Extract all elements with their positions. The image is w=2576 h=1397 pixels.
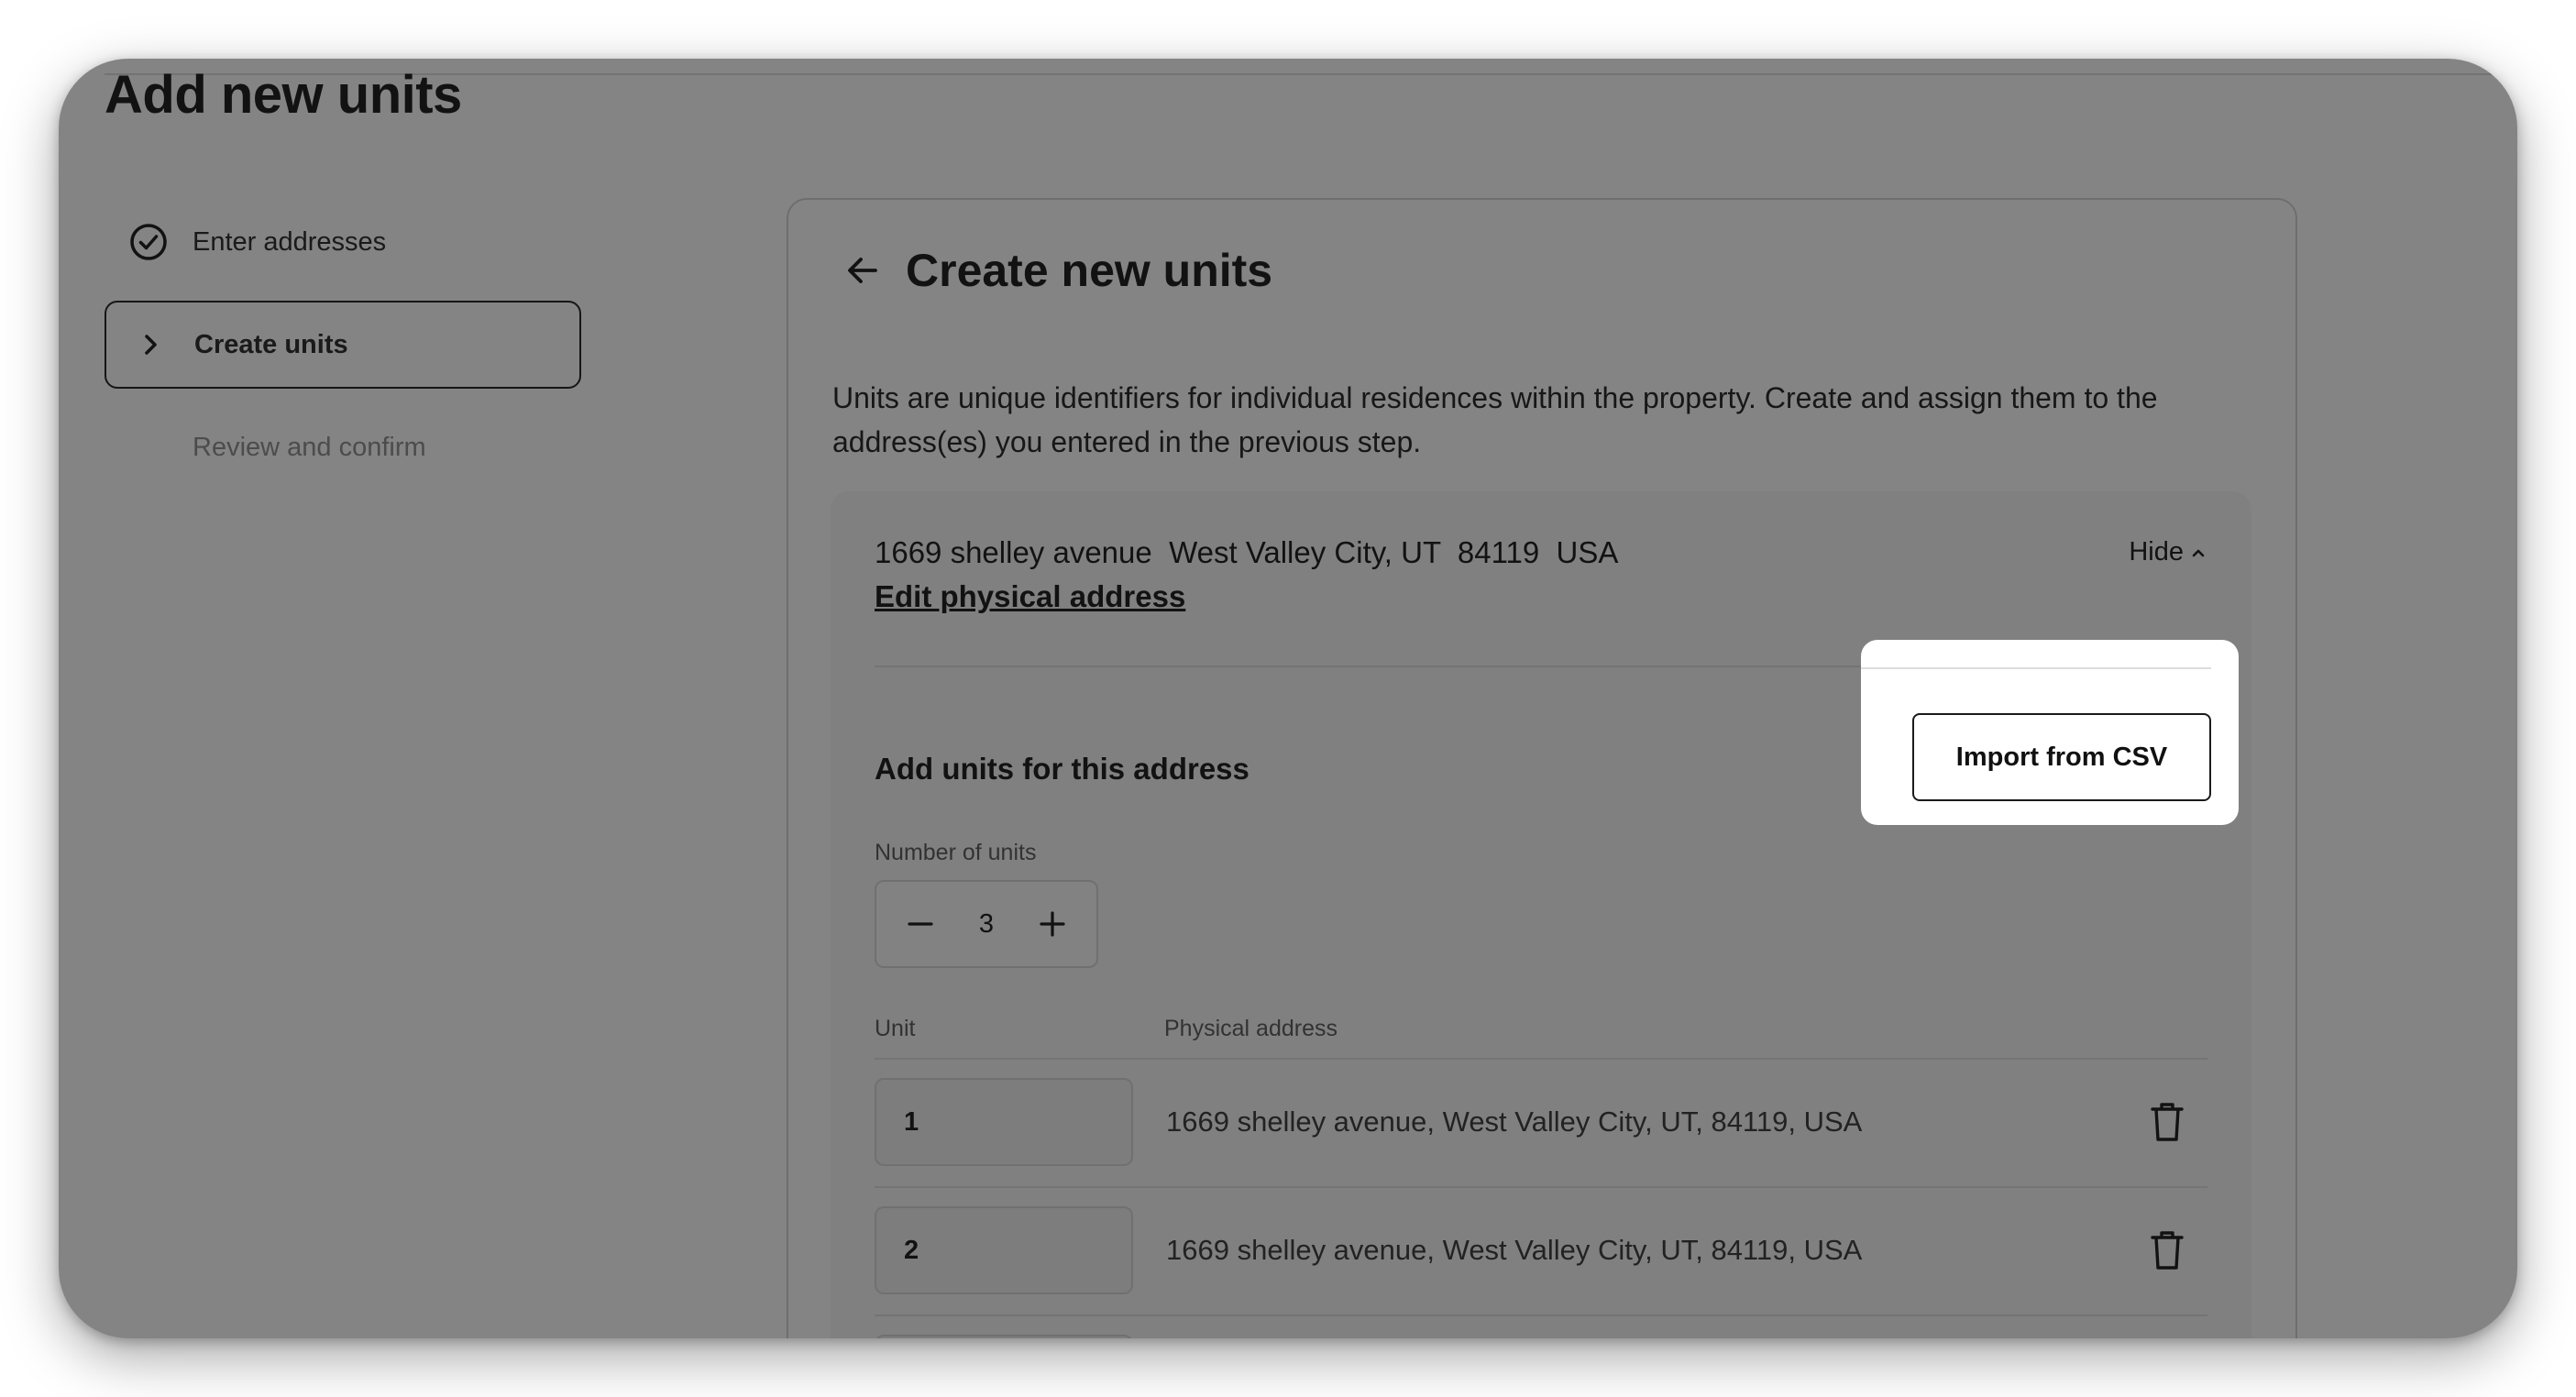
card-description: Units are unique identifiers for individ… — [832, 381, 2158, 458]
back-arrow-icon[interactable] — [842, 249, 884, 292]
address-line: 1669 shelley avenue West Valley City, UT… — [875, 535, 1619, 569]
table-row: 2 1669 shelley avenue, West Valley City,… — [875, 1206, 2207, 1294]
card-title: Create new units — [906, 245, 1273, 296]
divider — [875, 1186, 2207, 1188]
trash-icon[interactable] — [2145, 1100, 2189, 1144]
minus-icon[interactable] — [898, 902, 942, 946]
unit-input[interactable] — [875, 1335, 1133, 1338]
edit-physical-address-link[interactable]: Edit physical address — [875, 579, 1185, 614]
unit-physical-address: 1669 shelley avenue, West Valley City, U… — [1166, 1234, 1863, 1266]
section-title: Add units for this address — [875, 752, 1249, 786]
number-of-units-label: Number of units — [875, 840, 1037, 865]
check-circle-icon — [105, 222, 193, 262]
step-review-and-confirm[interactable]: Review and confirm — [105, 403, 581, 491]
top-divider — [105, 73, 2517, 75]
import-csv-button[interactable]: Import from CSV — [1912, 713, 2211, 801]
unit-input[interactable]: 1 — [875, 1078, 1133, 1166]
table-row — [875, 1335, 2207, 1338]
import-csv-spotlight: Import from CSV — [1861, 640, 2239, 825]
column-header-address: Physical address — [1164, 1016, 1338, 1041]
address-panel: 1669 shelley avenue West Valley City, UT… — [831, 491, 2251, 1338]
divider — [875, 1058, 2207, 1060]
page: Add new units Enter addresses Create uni… — [59, 59, 2517, 1338]
step-create-units[interactable]: Create units — [105, 301, 581, 389]
quantity-value[interactable]: 3 — [979, 909, 994, 940]
trash-icon[interactable] — [2145, 1228, 2189, 1272]
step-label: Review and confirm — [193, 432, 426, 462]
page-title: Add new units — [105, 65, 462, 125]
unit-physical-address: 1669 shelley avenue, West Valley City, U… — [1166, 1106, 1863, 1138]
step-label: Create units — [194, 329, 348, 359]
divider — [875, 1314, 2207, 1316]
card-header: Create new units — [842, 244, 1272, 297]
app-window: Add new units Enter addresses Create uni… — [59, 59, 2517, 1338]
step-label: Enter addresses — [193, 226, 387, 257]
hide-toggle[interactable]: Hide — [2129, 537, 2206, 567]
chevron-right-icon — [106, 332, 194, 358]
unit-input[interactable]: 2 — [875, 1206, 1133, 1294]
plus-icon[interactable] — [1030, 902, 1074, 946]
table-row: 1 1669 shelley avenue, West Valley City,… — [875, 1078, 2207, 1166]
hide-label: Hide — [2129, 537, 2184, 566]
chevron-up-icon — [2191, 537, 2206, 567]
quantity-stepper: 3 — [875, 880, 1098, 968]
divider — [1861, 667, 2211, 669]
column-header-unit: Unit — [875, 1016, 916, 1041]
step-enter-addresses[interactable]: Enter addresses — [105, 198, 581, 286]
